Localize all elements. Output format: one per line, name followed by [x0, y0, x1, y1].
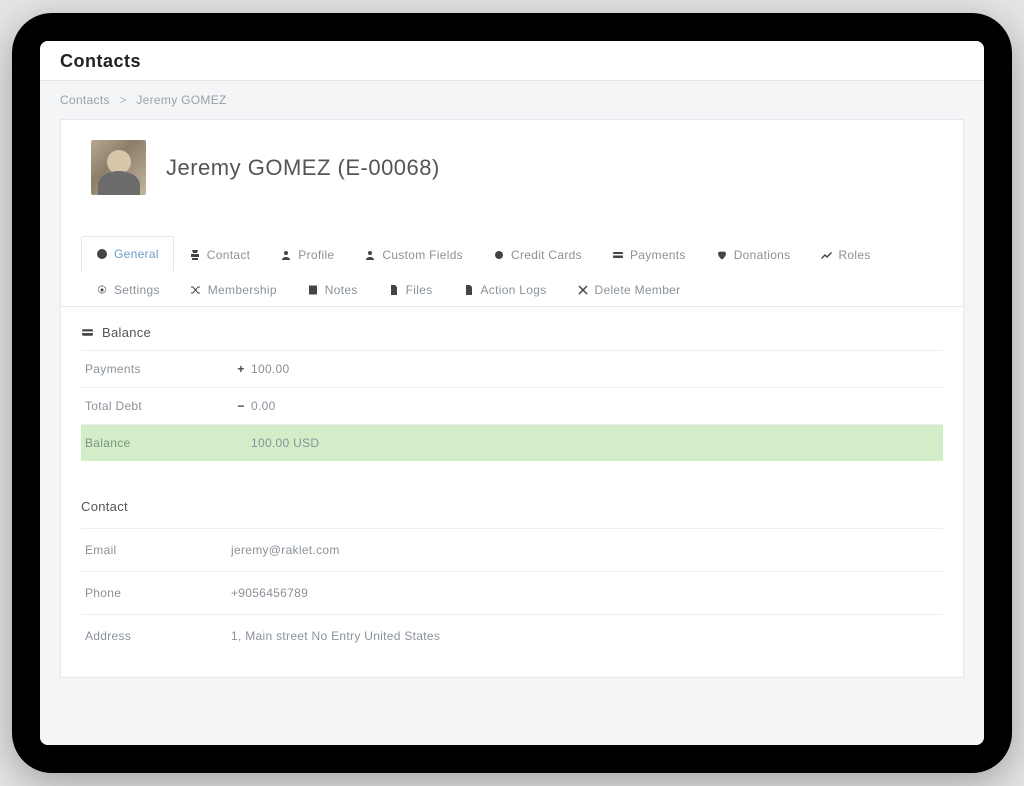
- tab-label: Files: [406, 283, 433, 297]
- breadcrumb-current: Jeremy GOMEZ: [136, 93, 226, 107]
- table-row: Total Debt − 0.00: [81, 388, 943, 425]
- heart-icon: [716, 249, 728, 261]
- tab-payments[interactable]: Payments: [597, 236, 701, 272]
- credit-card-icon: [612, 249, 624, 261]
- tab-label: Roles: [838, 248, 870, 262]
- section-title-contact: Contact: [81, 499, 943, 524]
- profile-header: Jeremy GOMEZ (E-00068): [61, 120, 963, 215]
- balance-balance-value: 100.00 USD: [251, 425, 943, 462]
- close-icon: [577, 284, 589, 296]
- app-screen: Contacts Contacts > Jeremy GOMEZ Jeremy …: [40, 41, 984, 745]
- breadcrumb-separator: >: [119, 93, 126, 107]
- phone-icon: [189, 249, 201, 261]
- disc-icon: [493, 249, 505, 261]
- tab-credit-cards[interactable]: Credit Cards: [478, 236, 597, 272]
- tab-label: General: [114, 247, 159, 261]
- tab-label: Settings: [114, 283, 160, 297]
- table-row: Phone +9056456789: [81, 572, 943, 615]
- tab-label: Contact: [207, 248, 250, 262]
- balance-table: Payments + 100.00 Total Debt − 0.00 Bala…: [81, 350, 943, 461]
- tab-membership[interactable]: Membership: [175, 272, 292, 307]
- tab-custom-fields[interactable]: Custom Fields: [349, 236, 478, 272]
- balance-section: Balance Payments + 100.00 Total Debt −: [81, 307, 943, 461]
- minus-icon: −: [231, 388, 251, 425]
- tab-bar: General Contact Profile Custom Fields: [61, 235, 963, 307]
- wrench-icon: [820, 249, 832, 261]
- tab-action-logs[interactable]: Action Logs: [448, 272, 562, 307]
- balance-balance-label: Balance: [81, 425, 231, 462]
- user-icon: [280, 249, 292, 261]
- shuffle-icon: [190, 284, 202, 296]
- gear-icon: [96, 284, 108, 296]
- tab-profile[interactable]: Profile: [265, 236, 349, 272]
- user-icon: [364, 249, 376, 261]
- breadcrumb-root-link[interactable]: Contacts: [60, 93, 110, 107]
- plus-icon: +: [231, 351, 251, 388]
- balance-payments-value: 100.00: [251, 351, 943, 388]
- tab-settings[interactable]: Settings: [81, 272, 175, 307]
- tab-label: Payments: [630, 248, 686, 262]
- tab-general[interactable]: General: [81, 236, 174, 272]
- section-title-text: Contact: [81, 499, 128, 514]
- breadcrumb: Contacts > Jeremy GOMEZ: [40, 81, 984, 119]
- tab-contact[interactable]: Contact: [174, 236, 265, 272]
- note-icon: [307, 284, 319, 296]
- tab-label: Action Logs: [481, 283, 547, 297]
- table-row: Address 1, Main street No Entry United S…: [81, 615, 943, 658]
- balance-totaldebt-label: Total Debt: [81, 388, 231, 425]
- contact-card: Jeremy GOMEZ (E-00068) General Contact P…: [60, 119, 964, 678]
- contact-section: Contact Email jeremy@raklet.com Phone +9…: [81, 481, 943, 657]
- tab-roles[interactable]: Roles: [805, 236, 885, 272]
- tab-donations[interactable]: Donations: [701, 236, 806, 272]
- content-area: Jeremy GOMEZ (E-00068) General Contact P…: [40, 119, 984, 745]
- contact-phone-value: +9056456789: [231, 572, 943, 615]
- tab-delete-member[interactable]: Delete Member: [562, 272, 696, 307]
- contact-email-label: Email: [81, 529, 231, 572]
- avatar: [91, 140, 146, 195]
- balance-payments-label: Payments: [81, 351, 231, 388]
- tab-label: Donations: [734, 248, 791, 262]
- table-row: Payments + 100.00: [81, 351, 943, 388]
- contact-table: Email jeremy@raklet.com Phone +905645678…: [81, 528, 943, 657]
- tab-label: Delete Member: [595, 283, 681, 297]
- tab-notes[interactable]: Notes: [292, 272, 373, 307]
- table-row: Balance 100.00 USD: [81, 425, 943, 462]
- contact-display-name: Jeremy GOMEZ (E-00068): [166, 155, 440, 181]
- file-icon: [463, 284, 475, 296]
- tab-label: Profile: [298, 248, 334, 262]
- contact-address-value: 1, Main street No Entry United States: [231, 615, 943, 658]
- contact-email-value: jeremy@raklet.com: [231, 529, 943, 572]
- tab-files[interactable]: Files: [373, 272, 448, 307]
- tab-label: Credit Cards: [511, 248, 582, 262]
- page-title: Contacts: [40, 41, 984, 81]
- tab-label: Notes: [325, 283, 358, 297]
- tab-label: Membership: [208, 283, 277, 297]
- section-title-text: Balance: [102, 325, 151, 340]
- file-icon: [388, 284, 400, 296]
- tab-label: Custom Fields: [382, 248, 463, 262]
- credit-card-icon: [81, 326, 94, 339]
- contact-address-label: Address: [81, 615, 231, 658]
- info-icon: [96, 248, 108, 260]
- contact-phone-label: Phone: [81, 572, 231, 615]
- balance-totaldebt-value: 0.00: [251, 388, 943, 425]
- section-title-balance: Balance: [81, 325, 943, 350]
- table-row: Email jeremy@raklet.com: [81, 529, 943, 572]
- tablet-frame: Contacts Contacts > Jeremy GOMEZ Jeremy …: [12, 13, 1012, 773]
